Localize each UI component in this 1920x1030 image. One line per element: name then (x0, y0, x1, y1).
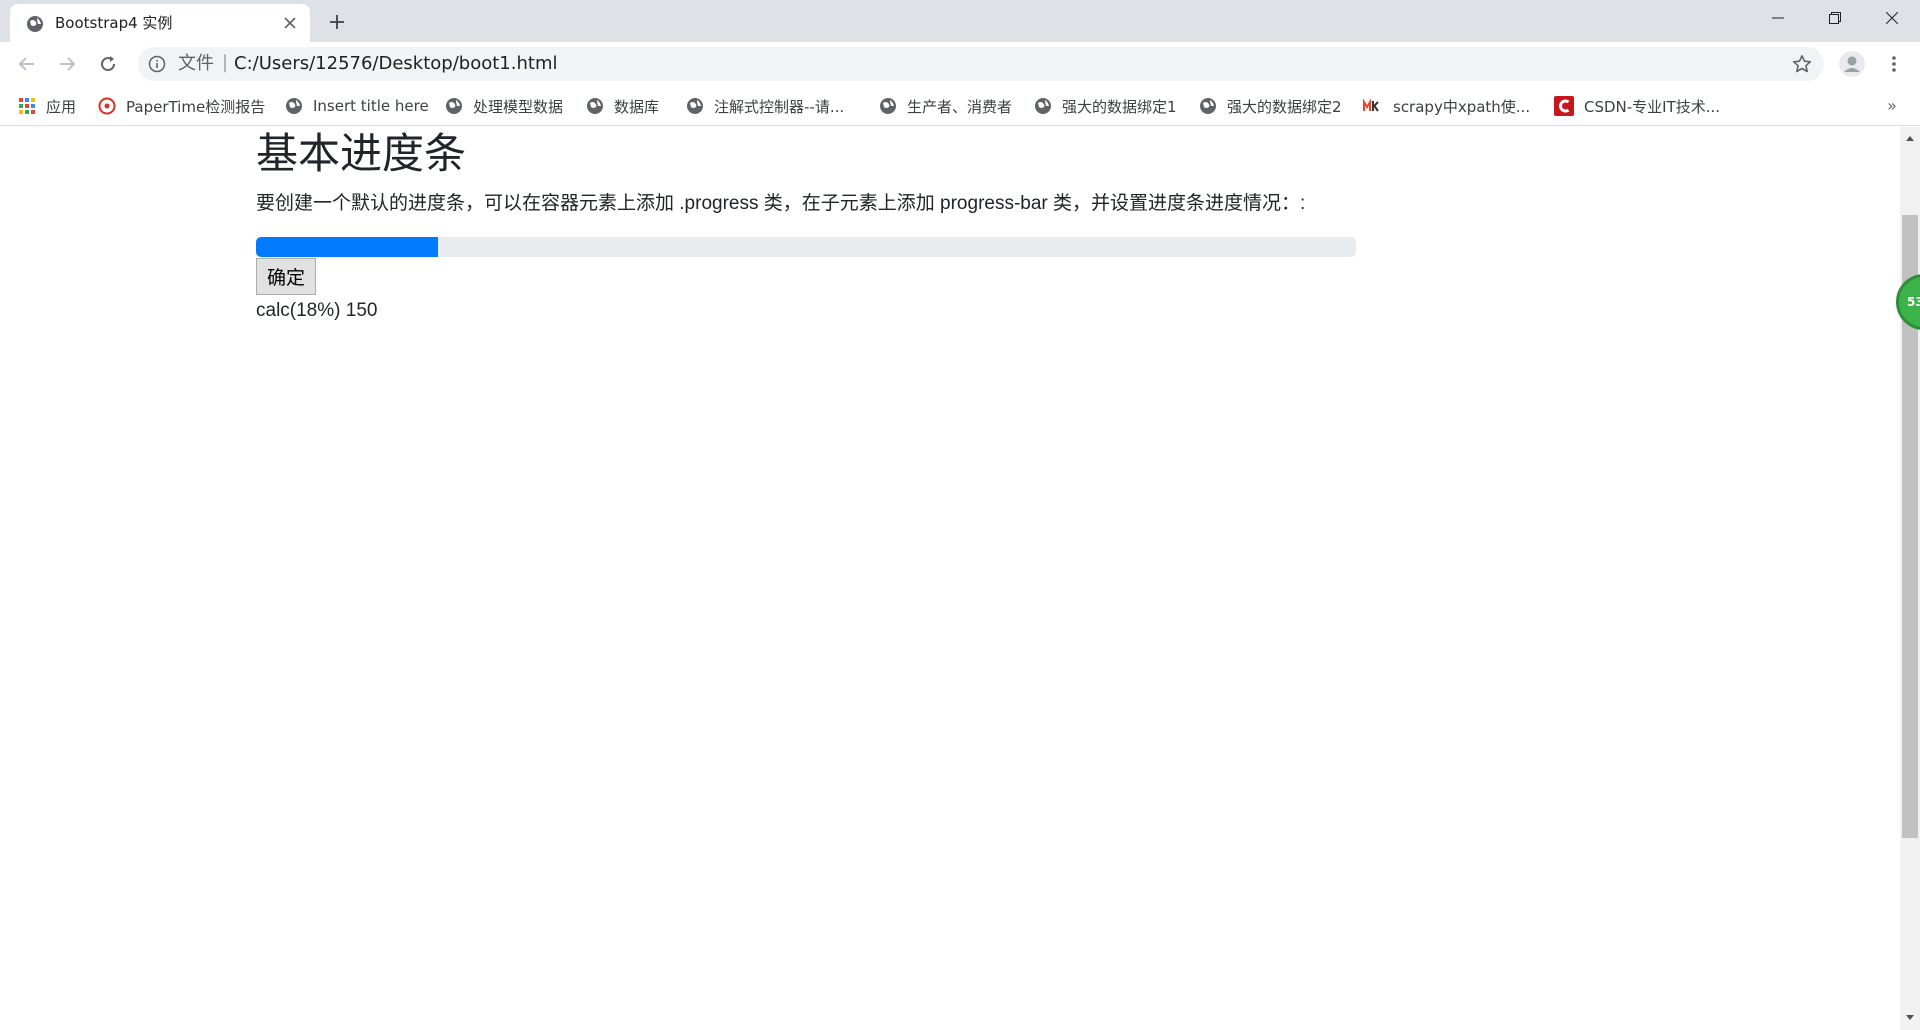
csdn-icon (1554, 96, 1574, 116)
address-bar[interactable]: 文件 | C:/Users/12576/Desktop/boot1.html (138, 47, 1824, 81)
reload-button[interactable] (94, 50, 122, 78)
globe-icon (286, 98, 302, 114)
bookmark-csdn[interactable]: CSDN-专业IT技术... (1554, 92, 1720, 120)
vertical-scrollbar[interactable] (1900, 127, 1920, 1030)
calc-output-text: calc(18%) 150 (256, 300, 378, 321)
globe-icon (1200, 98, 1216, 114)
bookmark-model-data[interactable]: 处理模型数据 (445, 92, 563, 120)
tab-title: Bootstrap4 实例 (55, 14, 173, 32)
menu-more-icon[interactable] (1880, 50, 1908, 78)
bookmark-label: CSDN-专业IT技术... (1584, 97, 1721, 116)
bookmark-data-binding-2[interactable]: 强大的数据绑定2 (1199, 92, 1342, 120)
bookmark-label: 生产者、消费者 (907, 97, 1013, 116)
scroll-up-arrow-icon[interactable] (1900, 131, 1920, 145)
back-button[interactable] (13, 50, 41, 78)
bookmark-database[interactable]: 数据库 (586, 92, 659, 120)
globe-icon (880, 98, 896, 114)
globe-icon (1035, 98, 1051, 114)
url-text[interactable]: C:/Users/12576/Desktop/boot1.html (234, 53, 557, 75)
bookmark-label: 强大的数据绑定2 (1227, 97, 1342, 116)
scheme-separator: | (222, 52, 229, 73)
browser-tab[interactable]: Bootstrap4 实例 (10, 4, 310, 42)
bookmarks-overflow-button[interactable]: » (1880, 94, 1904, 118)
bookmarks-bar: 应用 PaperTime检测报告 Insert title here 处理模型数… (0, 86, 1920, 126)
tab-strip: Bootstrap4 实例 (0, 0, 1920, 42)
bookmark-label: 数据库 (614, 97, 660, 116)
bookmark-star-icon[interactable] (1792, 54, 1812, 74)
bookmark-label: PaperTime检测报告 (126, 97, 266, 116)
bookmark-label: 强大的数据绑定1 (1062, 97, 1177, 116)
page-description: 要创建一个默认的进度条，可以在容器元素上添加 .progress 类，在子元素上… (256, 193, 1306, 214)
close-window-button[interactable] (1863, 0, 1920, 36)
bookmark-scrapy-xpath[interactable]: scrapy中xpath使... (1363, 92, 1530, 120)
mk-icon (1363, 98, 1379, 112)
browser-toolbar: 文件 | C:/Users/12576/Desktop/boot1.html (0, 42, 1920, 86)
bookmark-label: 应用 (46, 97, 77, 116)
forward-button[interactable] (53, 50, 81, 78)
globe-icon (587, 98, 603, 114)
page-title: 基本进度条 (256, 130, 467, 177)
info-icon[interactable] (148, 55, 166, 73)
restore-button[interactable] (1806, 0, 1863, 36)
apps-grid-icon (19, 98, 35, 114)
bookmark-producer-consumer[interactable]: 生产者、消费者 (879, 92, 1012, 120)
globe-icon (27, 16, 43, 32)
progress-bar (256, 237, 438, 257)
bookmark-apps[interactable]: 应用 (18, 92, 76, 120)
bookmark-data-binding-1[interactable]: 强大的数据绑定1 (1034, 92, 1177, 120)
papertime-icon (98, 97, 116, 115)
bookmark-insert-title[interactable]: Insert title here (285, 92, 429, 120)
progress-track (256, 237, 1356, 257)
bookmark-label: scrapy中xpath使... (1393, 97, 1531, 116)
bookmark-annotation-controller[interactable]: 注解式控制器--请... (686, 92, 844, 120)
new-tab-button[interactable] (324, 9, 350, 35)
scroll-down-arrow-icon[interactable] (1900, 1011, 1920, 1025)
confirm-button[interactable]: 确定 (256, 258, 316, 295)
bookmark-papertime[interactable]: PaperTime检测报告 (98, 92, 265, 120)
minimize-button[interactable] (1749, 0, 1806, 36)
scheme-label: 文件 (178, 53, 214, 74)
tab-close-icon[interactable] (280, 13, 300, 33)
globe-icon (687, 98, 703, 114)
page-content: 基本进度条 要创建一个默认的进度条，可以在容器元素上添加 .progress 类… (0, 127, 1900, 1030)
profile-avatar-icon[interactable] (1838, 50, 1866, 78)
bookmark-label: 处理模型数据 (473, 97, 564, 116)
bookmark-label: Insert title here (313, 97, 429, 115)
globe-icon (446, 98, 462, 114)
bookmark-label: 注解式控制器--请... (714, 97, 845, 116)
